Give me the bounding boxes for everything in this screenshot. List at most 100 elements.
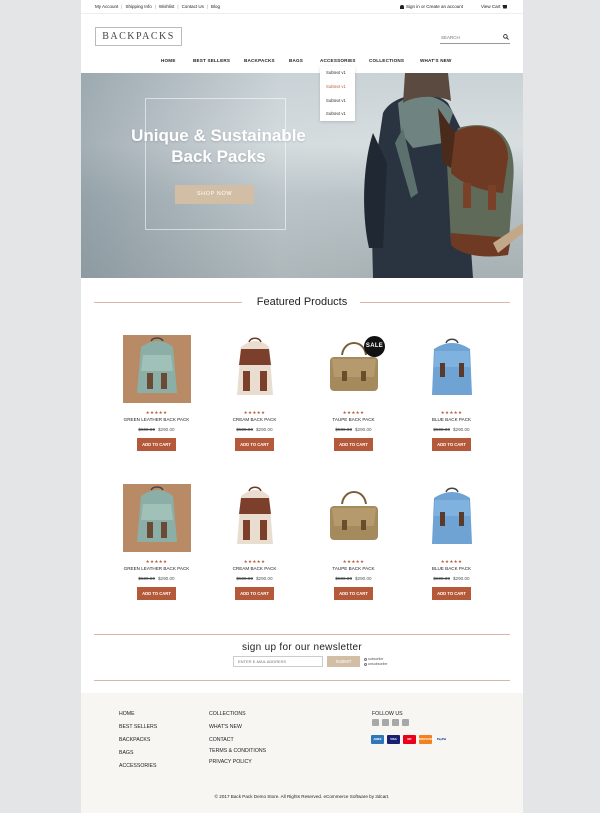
- footer-link-contact[interactable]: CONTACT: [209, 737, 234, 743]
- footer-link-backpacks[interactable]: BACKPACKS: [119, 737, 150, 743]
- product-name[interactable]: TAUPE BACK PACK: [311, 566, 396, 571]
- nav-collections[interactable]: COLLECTIONS: [369, 58, 404, 63]
- product-card[interactable]: ★★★★★ CREAM BACK PACK $500.00 $290.00 ADD…: [212, 335, 297, 485]
- page: My Account | Shipping Info | Wishlist | Con…: [81, 0, 523, 813]
- newsletter-title: sign up for our newsletter: [241, 642, 363, 653]
- product-name[interactable]: GREEN LEATHER BACK PACK: [114, 566, 199, 571]
- amex-icon: AMEX: [371, 735, 384, 744]
- view-cart-link[interactable]: View Cart: [481, 4, 508, 9]
- add-to-cart-button[interactable]: ADD TO CART: [137, 438, 176, 451]
- section-rule: [360, 302, 510, 303]
- hero-title-line1: Unique & Sustainable: [131, 126, 306, 145]
- product-card[interactable]: ★★★★★ GREEN LEATHER BACK PACK $500.00 $29…: [114, 335, 199, 485]
- product-card[interactable]: ★★★★★ GREEN LEATHER BACK PACK $500.00 $29…: [114, 484, 199, 634]
- footer-link-collections[interactable]: COLLECTIONS: [209, 711, 246, 717]
- sale-price: $290.00: [158, 576, 175, 581]
- product-name[interactable]: CREAM BACK PACK: [212, 417, 297, 422]
- footer-link-privacy[interactable]: PRIVACY POLICY: [209, 759, 252, 765]
- product-price: $500.00 $290.00: [114, 576, 199, 581]
- product-image-cream: [221, 484, 289, 552]
- dropdown-item-active[interactable]: Subtext v1: [326, 84, 346, 89]
- pinterest-icon[interactable]: [392, 719, 399, 726]
- nav-home[interactable]: HOME: [161, 58, 176, 63]
- product-card[interactable]: ★★★★★ BLUE BACK PACK $500.00 $290.00 ADD …: [409, 335, 494, 485]
- add-to-cart-button[interactable]: ADD TO CART: [235, 587, 274, 600]
- nav-best-sellers[interactable]: BEST SELLERS: [193, 58, 230, 63]
- mastercard-icon: MC: [403, 735, 416, 744]
- hero-image: [364, 73, 523, 278]
- product-card[interactable]: ★★★★★ CREAM BACK PACK $500.00 $290.00 ADD…: [212, 484, 297, 634]
- footer-link-accessories[interactable]: ACCESSORIES: [119, 763, 156, 769]
- wishlist-link[interactable]: Wishlist: [159, 4, 175, 9]
- sale-price: $290.00: [256, 427, 273, 432]
- dropdown-item[interactable]: Subtext v1: [326, 98, 346, 103]
- product-name[interactable]: BLUE BACK PACK: [409, 566, 494, 571]
- blog-link[interactable]: Blog: [211, 4, 220, 9]
- search-box: [440, 31, 510, 44]
- footer: HOME BEST SELLERS BACKPACKS BAGS ACCESSO…: [81, 693, 523, 813]
- instagram-icon[interactable]: [402, 719, 409, 726]
- footer-link-terms[interactable]: TERMS & CONDITIONS: [209, 748, 266, 754]
- shop-now-button[interactable]: SHOP NOW: [175, 185, 254, 204]
- footer-link-home[interactable]: HOME: [119, 711, 135, 717]
- old-price: $500.00: [138, 576, 155, 581]
- rating-stars: ★★★★★: [342, 559, 365, 564]
- nav-whats-new[interactable]: WHAT'S NEW: [420, 58, 452, 63]
- footer-link-bags[interactable]: BAGS: [119, 750, 133, 756]
- add-to-cart-button[interactable]: ADD TO CART: [235, 438, 274, 451]
- hero-banner: Unique & Sustainable Back Packs SHOP NOW: [81, 73, 523, 278]
- store-logo[interactable]: BACKPACKS: [95, 27, 182, 46]
- contact-us-link[interactable]: Contact Us: [182, 4, 204, 9]
- nav-accessories[interactable]: ACCESSORIES: [320, 58, 356, 63]
- dropdown-item[interactable]: Subtext v1: [326, 111, 346, 116]
- product-name[interactable]: GREEN LEATHER BACK PACK: [114, 417, 199, 422]
- product-card[interactable]: ★★★★★ TAUPE BACK PACK $500.00 $290.00 ADD…: [311, 335, 396, 485]
- newsletter-rule-bottom: [94, 680, 510, 681]
- footer-link-whats-new[interactable]: WHAT'S NEW: [209, 724, 242, 730]
- newsletter-email-input[interactable]: [233, 656, 323, 667]
- rating-stars: ★★★★★: [342, 410, 365, 415]
- twitter-icon[interactable]: [382, 719, 389, 726]
- view-cart-label: View Cart: [481, 4, 501, 9]
- newsletter-submit-button[interactable]: SUBMIT: [327, 656, 360, 667]
- sale-badge: SALE: [364, 336, 385, 357]
- search-input[interactable]: [440, 34, 498, 40]
- accessories-dropdown: Subtext v1 Subtext v1 Subtext v1 Subtext…: [320, 66, 355, 121]
- payment-icons: AMEX VISA MC DISCOVER PayPal: [371, 735, 448, 744]
- product-price: $500.00 $290.00: [114, 427, 199, 432]
- radio-icon: [364, 662, 367, 666]
- add-to-cart-button[interactable]: ADD TO CART: [137, 587, 176, 600]
- sale-price: $290.00: [355, 427, 372, 432]
- radio-icon: [364, 657, 367, 661]
- nav-backpacks[interactable]: BACKPACKS: [244, 58, 275, 63]
- shipping-info-link[interactable]: Shipping Info: [125, 4, 151, 9]
- product-card[interactable]: ★★★★★ TAUPE BACK PACK $500.00 $290.00 ADD…: [311, 484, 396, 634]
- visa-icon: VISA: [387, 735, 400, 744]
- dropdown-item[interactable]: Subtext v1: [326, 70, 346, 75]
- hero-title: Unique & Sustainable Back Packs: [101, 125, 336, 167]
- add-to-cart-button[interactable]: ADD TO CART: [432, 587, 471, 600]
- subscribe-label: subscribe: [368, 657, 384, 661]
- product-card[interactable]: ★★★★★ BLUE BACK PACK $500.00 $290.00 ADD …: [409, 484, 494, 634]
- signin-link[interactable]: Sign in or Create an account: [400, 4, 463, 9]
- subscribe-options: subscribe unsubscribe: [364, 657, 387, 667]
- discover-icon: DISCOVER: [419, 735, 434, 744]
- nav-bags[interactable]: BAGS: [289, 58, 303, 63]
- product-name[interactable]: BLUE BACK PACK: [409, 417, 494, 422]
- separator: |: [206, 4, 208, 9]
- add-to-cart-button[interactable]: ADD TO CART: [334, 438, 373, 451]
- sale-price: $290.00: [256, 576, 273, 581]
- copyright-text: © 2017 Back Pack Demo Store. All Rights …: [214, 794, 390, 799]
- add-to-cart-button[interactable]: ADD TO CART: [334, 587, 373, 600]
- facebook-icon[interactable]: [372, 719, 379, 726]
- sale-price: $290.00: [453, 576, 470, 581]
- unsubscribe-option[interactable]: unsubscribe: [364, 662, 387, 667]
- footer-link-best-sellers[interactable]: BEST SELLERS: [119, 724, 157, 730]
- product-name[interactable]: CREAM BACK PACK: [212, 566, 297, 571]
- add-to-cart-button[interactable]: ADD TO CART: [432, 438, 471, 451]
- product-image-blue: [418, 335, 486, 403]
- my-account-link[interactable]: My Account: [95, 4, 118, 9]
- product-name[interactable]: TAUPE BACK PACK: [311, 417, 396, 422]
- search-icon[interactable]: [503, 34, 509, 40]
- product-image-green: [123, 335, 191, 403]
